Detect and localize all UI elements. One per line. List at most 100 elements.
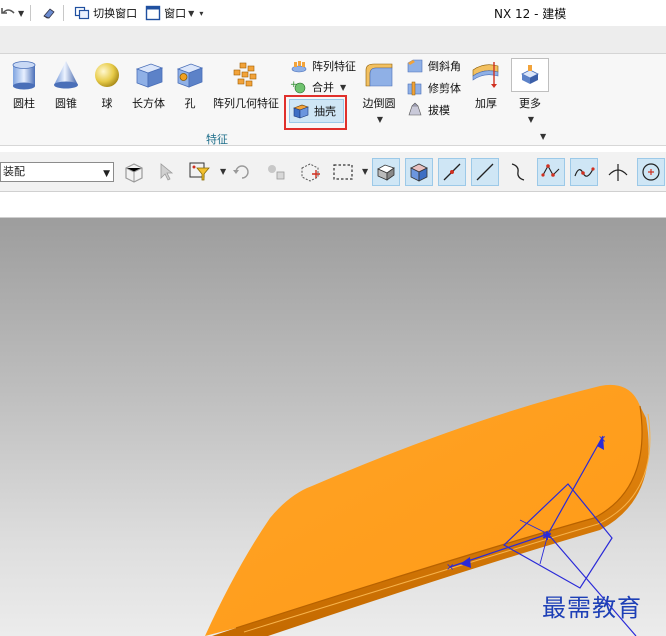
unite-label: 合并 (312, 81, 334, 94)
snap-button[interactable] (262, 158, 290, 186)
highlight-box (284, 95, 347, 130)
pointer-icon (160, 163, 174, 181)
chevron-down-icon: ▼ (188, 8, 195, 18)
snap-control-point-button[interactable] (537, 158, 565, 186)
pattern-feature-label: 阵列特征 (312, 60, 356, 73)
undo-selection-button[interactable] (228, 158, 256, 186)
rotate-icon (233, 165, 249, 179)
trim-body-label: 修剪体 (428, 82, 461, 95)
hole-label: 孔 (184, 97, 196, 110)
window-menu-button[interactable]: 窗口 ▼ ▾ (145, 2, 203, 24)
intersection-icon (608, 164, 628, 181)
more-label: 更多 (519, 97, 541, 110)
line-icon (476, 163, 494, 181)
filter-icon (189, 162, 210, 181)
select-tool-button[interactable] (153, 158, 181, 186)
cylinder-icon (12, 61, 36, 90)
more-button[interactable]: 更多 ▼ (514, 60, 546, 124)
filter-button[interactable] (186, 158, 214, 186)
csys-x-marker: × (446, 562, 454, 573)
csys-y-marker: × (598, 434, 606, 445)
endpoint-icon (443, 163, 461, 181)
window-icon (145, 5, 161, 21)
unite-icon: + (290, 80, 306, 94)
group-expand-icon[interactable]: ▼ (540, 132, 546, 141)
eraser-button[interactable] (41, 2, 57, 24)
separator (30, 5, 32, 21)
edge-blend-icon (365, 63, 393, 87)
chamfer-label: 倒斜角 (428, 60, 461, 73)
chevron-down-icon: ▼ (103, 169, 110, 179)
graphics-viewport[interactable]: ✱ × × (0, 218, 666, 636)
draft-button[interactable]: 拔模 (406, 101, 450, 119)
cube-select-icon (301, 163, 320, 182)
rectangle-select-button[interactable] (329, 158, 357, 186)
switch-window-icon (75, 6, 90, 20)
snap-icon (268, 165, 285, 180)
ribbon-tab-strip (0, 26, 666, 54)
eraser-icon (43, 8, 55, 19)
hole-button[interactable]: 孔 (175, 60, 205, 111)
trim-body-icon (407, 81, 422, 96)
block-label: 长方体 (132, 97, 165, 110)
feature-group-label: 特征 (206, 133, 228, 146)
snap-center-button[interactable] (637, 158, 665, 186)
chevron-down-icon[interactable]: ▼ (528, 115, 534, 124)
csys-origin-marker: ✱ (542, 529, 552, 543)
sphere-button[interactable]: 球 (93, 60, 121, 111)
chevron-down-icon[interactable]: ▼ (18, 9, 24, 18)
chamfer-button[interactable]: 倒斜角 (406, 57, 461, 75)
title-bar: ▼ 切换窗口 窗口 ▼ ▾ NX 12 - 建模 (0, 0, 666, 26)
sphere-icon (95, 63, 119, 87)
more-icon (521, 65, 539, 84)
snap-curve-button[interactable] (504, 158, 532, 186)
edge-blend-button[interactable]: 边倒圆 ▼ (362, 60, 396, 124)
snap-face-button[interactable] (372, 158, 400, 186)
pattern-geometry-button[interactable]: 阵列几何特征 (213, 60, 279, 111)
select-box-button[interactable] (296, 158, 324, 186)
arc-center-icon (642, 163, 660, 181)
cylinder-button[interactable]: 圆柱 (10, 60, 38, 111)
snap-endpoint-button[interactable] (438, 158, 466, 186)
feature-select-icon (125, 163, 143, 183)
unite-button[interactable]: + 合并 ▼ (290, 78, 346, 96)
spline-icon (574, 167, 595, 177)
selection-filter-select[interactable]: 装配 ▼ (0, 162, 114, 182)
cone-label: 圆锥 (55, 97, 77, 110)
app-title: NX 12 - 建模 (494, 7, 567, 21)
snap-intersection-button[interactable] (604, 158, 632, 186)
thicken-label: 加厚 (475, 97, 497, 110)
undo-icon (1, 8, 15, 14)
body-icon (410, 163, 428, 182)
sphere-label: 球 (101, 97, 113, 110)
chevron-down-icon[interactable]: ▼ (362, 167, 368, 176)
chevron-down-icon[interactable]: ▼ (220, 167, 226, 176)
pattern-feature-button[interactable]: 阵列特征 (290, 57, 356, 75)
select-feature-button[interactable] (120, 158, 148, 186)
selection-filter-value: 装配 (3, 165, 25, 178)
edge-blend-label: 边倒圆 (362, 97, 396, 110)
customize-icon[interactable]: ▾ (199, 9, 203, 18)
cone-button[interactable]: 圆锥 (52, 60, 80, 111)
watermark: 最需教育 (542, 594, 642, 622)
trim-body-button[interactable]: 修剪体 (406, 79, 461, 97)
cone-icon (54, 61, 78, 89)
window-menu-label: 窗口 (164, 7, 187, 20)
pattern-geometry-icon (233, 62, 257, 87)
snap-body-button[interactable] (405, 158, 433, 186)
switch-window-button[interactable]: 切换窗口 (74, 2, 137, 24)
pattern-feature-icon (291, 61, 307, 73)
pattern-geometry-label: 阵列几何特征 (213, 97, 279, 110)
chevron-down-icon[interactable]: ▼ (340, 83, 346, 92)
rectangle-select-icon (333, 164, 353, 180)
snap-line-button[interactable] (471, 158, 499, 186)
undo-button[interactable]: ▼ (0, 2, 24, 24)
hole-icon (176, 63, 204, 88)
block-button[interactable]: 长方体 (132, 60, 165, 111)
chevron-down-icon[interactable]: ▼ (377, 115, 383, 124)
model-canvas: ✱ × × (205, 384, 651, 636)
snap-spline-button[interactable] (570, 158, 598, 186)
draft-icon (408, 102, 422, 116)
thicken-icon (472, 62, 499, 88)
thicken-button[interactable]: 加厚 (470, 60, 502, 111)
